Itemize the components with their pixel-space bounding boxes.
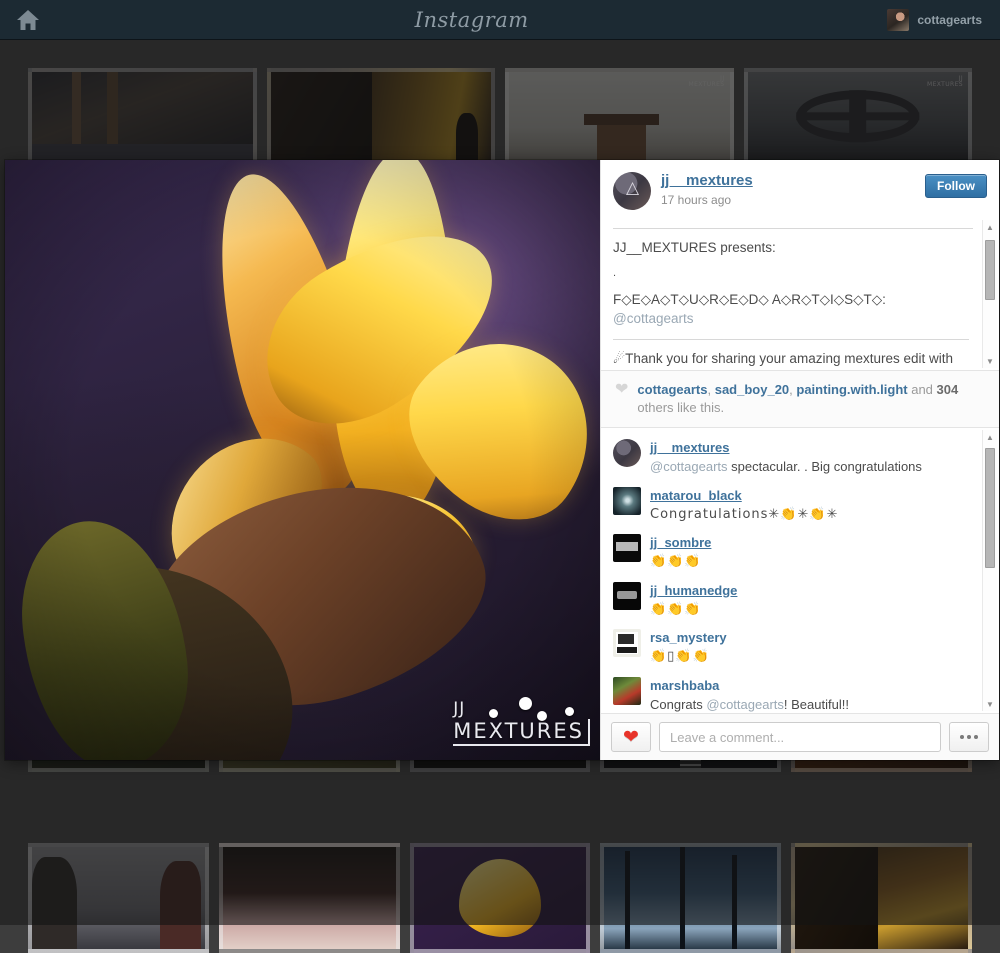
likes-count: 304 [937, 382, 959, 397]
heart-icon: ❤ [623, 728, 639, 747]
comment-text: 👏👏👏 [650, 553, 973, 571]
comment-mention[interactable]: @cottagearts [650, 459, 728, 474]
caption-divider-top [613, 228, 973, 229]
comment-author[interactable]: rsa_mystery [650, 630, 727, 645]
like-button[interactable]: ❤ [611, 722, 651, 752]
likes-heart-icon: ❤ [615, 382, 628, 398]
comment-author[interactable]: jj__mextures [650, 440, 730, 455]
ellipsis-dot [974, 735, 978, 739]
caption-line-dot: . [613, 266, 969, 282]
comment-avatar[interactable] [613, 677, 641, 705]
caption-line-thanks: ☄Thank you for sharing your amazing mext… [613, 349, 969, 370]
comments-list[interactable]: jj__mextures @cottagearts spectacular. .… [601, 428, 999, 713]
comment-item: marshbaba Congrats @cottagearts! Beautif… [613, 674, 973, 713]
comment-input[interactable] [659, 722, 941, 752]
comment-author[interactable]: matarou_black [650, 488, 742, 503]
post-author-username[interactable]: jj__mextures [661, 172, 753, 189]
post-details-pane: △ jj__mextures 17 hours ago Follow JJ__M… [600, 160, 999, 760]
comment-item: jj_sombre 👏👏👏 [613, 531, 973, 579]
post-caption-scroll-area[interactable]: JJ__MEXTURES presents: . F◇E◇A◇T◇U◇R◇E◇D… [601, 218, 999, 370]
likes-suffix: others like this. [637, 400, 724, 415]
caption-line-featured-artist: F◇E◇A◇T◇U◇R◇E◇D◇ A◇R◇T◇I◇S◇T◇: [613, 290, 969, 310]
follow-button[interactable]: Follow [925, 174, 987, 198]
comment-item: matarou_black Congratulations✳👏✳👏✳ [613, 484, 973, 532]
comment-text: Congrats @cottagearts! Beautiful!! [650, 696, 973, 713]
post-photo[interactable]: JJ MEXTURES [5, 160, 600, 760]
caption-divider-bottom [613, 339, 969, 340]
home-icon[interactable] [16, 9, 40, 31]
photo-watermark: JJ MEXTURES [453, 699, 590, 746]
comment-item: rsa_mystery 👏▯👏👏 [613, 626, 973, 674]
watermark-bottom-text: MEXTURES [453, 719, 590, 746]
comment-author[interactable]: marshbaba [650, 678, 719, 693]
comments-scrollbar[interactable]: ▲ ▼ [982, 430, 997, 711]
likes-and-word: and [911, 382, 933, 397]
comments-scroll-up-arrow[interactable]: ▲ [983, 430, 997, 444]
comment-avatar[interactable] [613, 582, 641, 610]
post-author-avatar[interactable]: △ [613, 172, 651, 210]
mextures-logo-glyph: △ [626, 178, 638, 198]
liker-name[interactable]: cottagearts [637, 382, 707, 397]
liker-name[interactable]: sad_boy_20 [715, 382, 789, 397]
comment-avatar[interactable] [613, 534, 641, 562]
comments-scroll-track[interactable] [983, 444, 997, 697]
comment-text: Congratulations✳👏✳👏✳ [650, 506, 973, 524]
comment-avatar[interactable] [613, 487, 641, 515]
comment-item: jj_humanedge 👏👏👏 [613, 579, 973, 627]
comment-text: @cottagearts spectacular. . Big congratu… [650, 458, 973, 476]
comments-scroll-down-arrow[interactable]: ▼ [983, 697, 997, 711]
post-timestamp: 17 hours ago [661, 193, 915, 207]
caption-scroll-down-arrow[interactable]: ▼ [983, 354, 997, 368]
ellipsis-dot [960, 735, 964, 739]
comment-text: 👏👏👏 [650, 601, 973, 619]
ellipsis-dot [967, 735, 971, 739]
comment-author[interactable]: jj_sombre [650, 535, 711, 550]
likes-text: cottagearts, sad_boy_20, painting.with.l… [637, 381, 985, 416]
top-navigation-bar: Instagram cottagearts [0, 0, 1000, 40]
caption-mention[interactable]: @cottagearts [613, 309, 969, 329]
comment-author[interactable]: jj_humanedge [650, 583, 737, 598]
photo-artwork [5, 160, 600, 760]
caption-line-presents: JJ__MEXTURES presents: [613, 238, 969, 258]
instagram-logo[interactable]: Instagram [415, 8, 529, 32]
comment-avatar[interactable] [613, 629, 641, 657]
likes-summary: ❤ cottagearts, sad_boy_20, painting.with… [601, 370, 999, 428]
caption-scroll-track[interactable] [983, 234, 997, 354]
post-lightbox-modal: JJ MEXTURES △ jj__mextures 17 hours ago … [5, 160, 999, 760]
more-options-button[interactable] [949, 722, 989, 752]
comment-item: jj__mextures @cottagearts spectacular. .… [613, 436, 973, 484]
caption-scroll-up-arrow[interactable]: ▲ [983, 220, 997, 234]
comment-avatar[interactable] [613, 439, 641, 467]
comments-scroll-thumb[interactable] [985, 448, 995, 568]
comment-text: 👏▯👏👏 [650, 648, 973, 666]
caption-scrollbar[interactable]: ▲ ▼ [982, 220, 997, 368]
comment-composer: ❤ [601, 713, 999, 760]
caption-scroll-thumb[interactable] [985, 240, 995, 300]
nav-avatar[interactable] [887, 9, 909, 31]
post-header: △ jj__mextures 17 hours ago Follow [601, 160, 999, 218]
liker-name[interactable]: painting.with.light [796, 382, 907, 397]
caption-mention-link[interactable]: @cottagearts [613, 311, 694, 326]
comment-mention[interactable]: @cottagearts [706, 697, 784, 712]
nav-username[interactable]: cottagearts [917, 13, 982, 27]
